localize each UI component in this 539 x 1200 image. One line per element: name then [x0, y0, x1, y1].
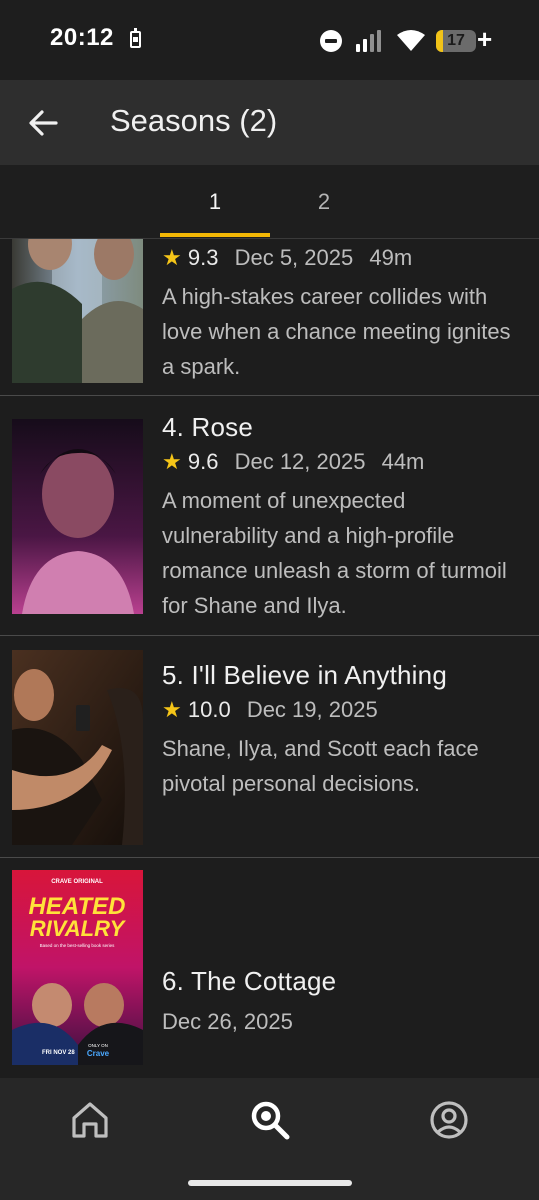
- episode-list[interactable]: ★ 9.3 Dec 5, 2025 49m A high-stakes care…: [0, 239, 539, 1078]
- episode-thumbnail: [12, 419, 143, 614]
- episode-date: Dec 19, 2025: [246, 697, 378, 722]
- list-item-episode-4[interactable]: 4. Rose ★ 9.6 Dec 12, 2025 44m A moment …: [0, 396, 539, 636]
- episode-thumbnail: [12, 239, 143, 383]
- episode-info: 4. Rose ★ 9.6 Dec 12, 2025 44m A moment …: [162, 412, 519, 623]
- wifi-icon: [397, 30, 425, 51]
- profile-icon[interactable]: [427, 1098, 471, 1142]
- list-item-episode-5[interactable]: 5. I'll Believe in Anything ★ 10.0 Dec 1…: [0, 636, 539, 858]
- episode-title: 5. I'll Believe in Anything: [162, 660, 447, 690]
- home-indicator[interactable]: [188, 1180, 352, 1186]
- episode-description: A high-stakes career collides with love …: [162, 284, 511, 379]
- episode-rating: 10.0: [187, 697, 231, 722]
- episode-info: 6. The Cottage Dec 26, 2025: [162, 966, 519, 1039]
- search-icon[interactable]: [248, 1098, 292, 1142]
- poster-title-line2: RIVALRY: [30, 916, 127, 941]
- signal-icon: [356, 30, 386, 52]
- battery-level: 17: [447, 32, 465, 49]
- dnd-icon: [320, 30, 342, 52]
- poster-service: Crave: [87, 1049, 110, 1058]
- battery-saver-icon: [130, 28, 141, 48]
- episode-date: Dec 26, 2025: [162, 1009, 293, 1034]
- star-icon: ★: [162, 697, 182, 722]
- status-time: 20:12: [50, 24, 114, 51]
- page-title: Seasons (2): [110, 103, 278, 138]
- episode-title: 6. The Cottage: [162, 966, 337, 996]
- poster-only-on: ONLY ON: [88, 1043, 108, 1048]
- episode-description: Shane, Ilya, and Scott each face pivotal…: [162, 736, 479, 796]
- poster-tagline: Based on the best-selling book series: [40, 943, 116, 948]
- episode-rating: 9.6: [187, 449, 219, 474]
- battery-icon: 17: [436, 30, 476, 52]
- episode-date: Dec 5, 2025: [234, 245, 354, 270]
- episode-rating: 9.3: [187, 245, 219, 270]
- app-bar: Seasons (2): [0, 80, 539, 165]
- arrow-left-icon[interactable]: [26, 106, 60, 140]
- tab-season-1[interactable]: 1: [160, 165, 270, 239]
- episode-runtime: 44m: [381, 449, 425, 474]
- poster-date: FRI NOV 28: [42, 1050, 75, 1056]
- poster-brand: CRAVE ORIGINAL: [51, 879, 103, 885]
- episode-runtime: 49m: [369, 245, 413, 270]
- star-icon: ★: [162, 449, 182, 474]
- tab-indicator: [160, 233, 270, 237]
- episode-date: Dec 12, 2025: [234, 449, 366, 474]
- episode-title: 4. Rose: [162, 412, 254, 442]
- episode-info: ★ 9.3 Dec 5, 2025 49m A high-stakes care…: [162, 239, 519, 384]
- status-bar: 20:12 17 +: [0, 0, 539, 80]
- season-tabs: 1 2: [0, 165, 539, 239]
- episode-poster: CRAVE ORIGINAL HEATED RIVALRY Based on t…: [12, 870, 143, 1065]
- list-item-episode-6[interactable]: CRAVE ORIGINAL HEATED RIVALRY Based on t…: [0, 858, 539, 1078]
- star-icon: ★: [162, 245, 182, 270]
- home-icon[interactable]: [68, 1098, 112, 1142]
- episode-info: 5. I'll Believe in Anything ★ 10.0 Dec 1…: [162, 660, 519, 801]
- tab-season-2[interactable]: 2: [269, 165, 379, 239]
- episode-description: A moment of unexpected vulnerability and…: [162, 488, 507, 618]
- list-item-episode-3[interactable]: ★ 9.3 Dec 5, 2025 49m A high-stakes care…: [0, 239, 539, 396]
- episode-meta: ★ 10.0 Dec 19, 2025: [162, 697, 519, 727]
- episode-meta: ★ 9.3 Dec 5, 2025 49m: [162, 245, 519, 275]
- episode-meta: ★ 9.6 Dec 12, 2025 44m: [162, 449, 519, 479]
- charging-plus-icon: +: [477, 24, 493, 54]
- episode-thumbnail: [12, 650, 143, 845]
